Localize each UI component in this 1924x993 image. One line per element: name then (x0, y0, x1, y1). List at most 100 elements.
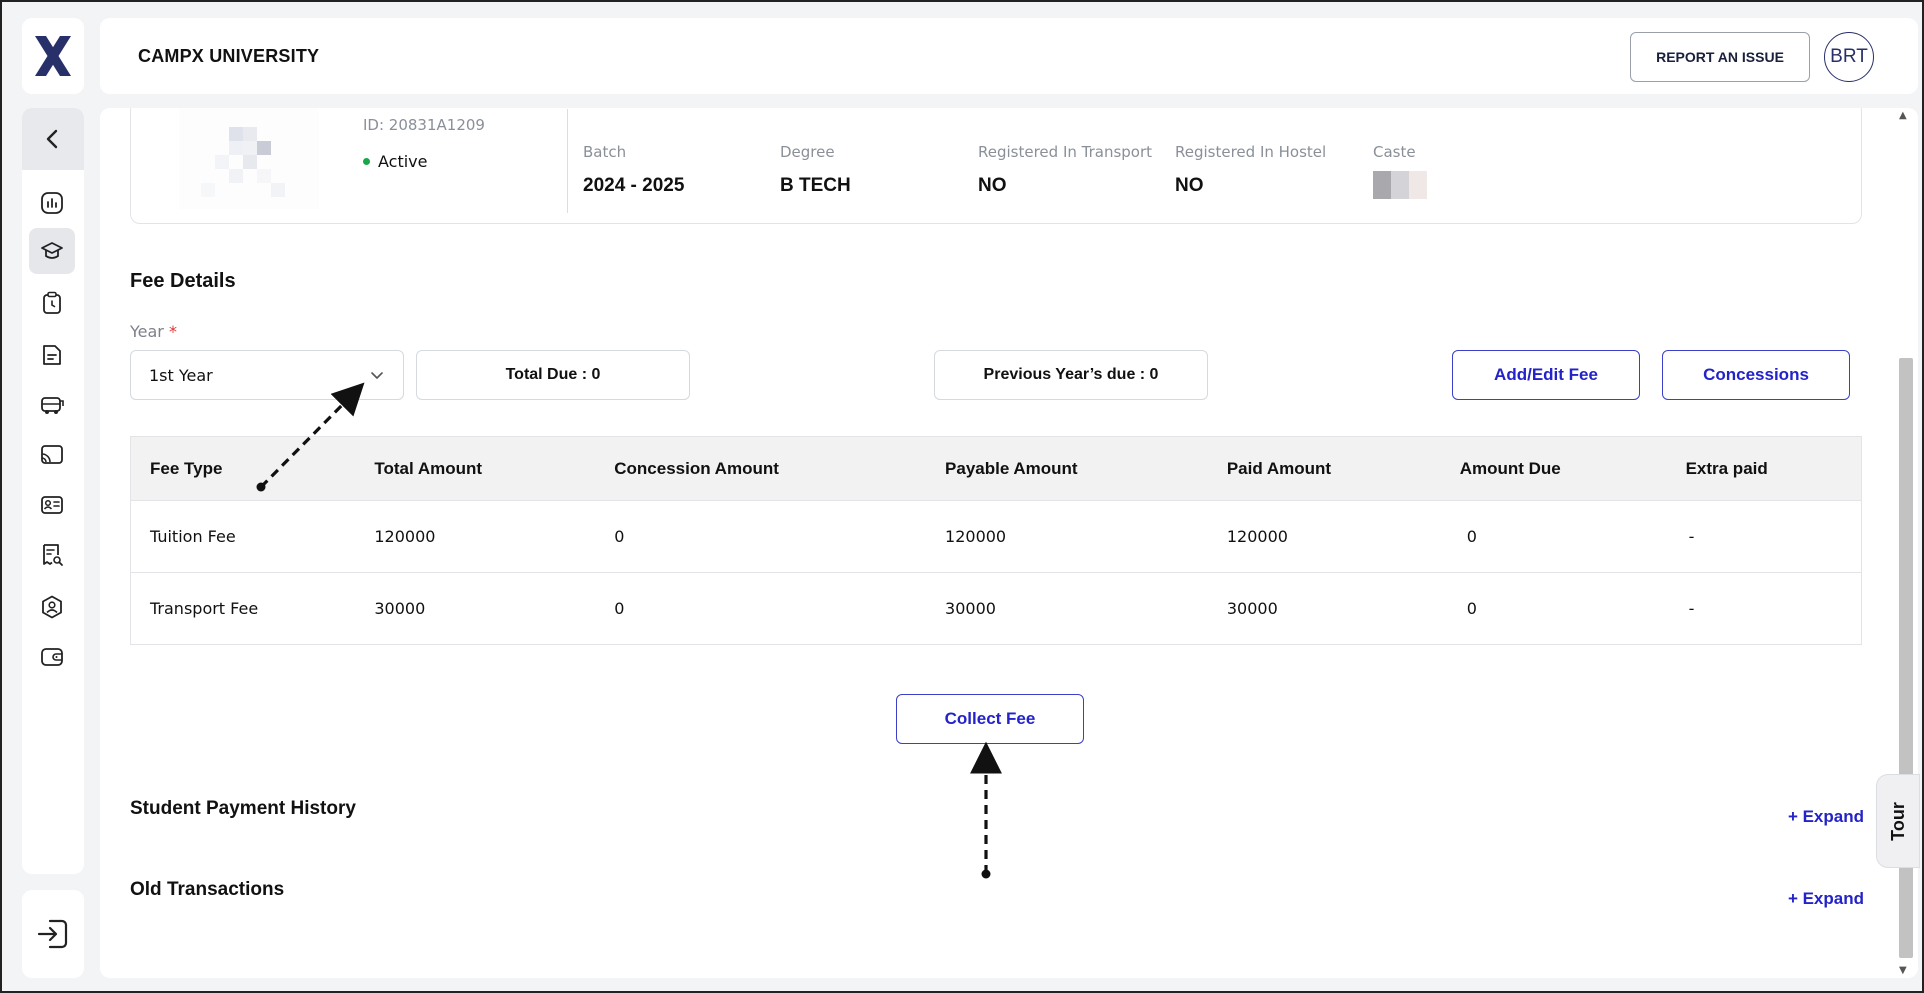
transport-label: Registered In Transport (978, 143, 1153, 161)
column-header: Amount Due (1440, 436, 1667, 501)
add-edit-fee-button[interactable]: Add/Edit Fee (1452, 350, 1640, 400)
sidebar-item-attendance[interactable] (29, 280, 75, 326)
transport-value: NO (978, 175, 1007, 196)
caste-field: Caste (1373, 143, 1427, 199)
divider (567, 109, 568, 213)
sidebar-item-feeds[interactable] (29, 432, 75, 478)
top-header: CAMPX UNIVERSITY REPORT AN ISSUE BRT (100, 18, 1918, 94)
receipt-search-icon (43, 544, 63, 566)
chevron-down-icon (371, 372, 383, 379)
graduation-cap-icon (41, 242, 63, 259)
student-photo-icon (179, 108, 319, 209)
table-cell: Transport Fee (130, 572, 356, 645)
column-header: Payable Amount (926, 436, 1208, 501)
avatar[interactable]: BRT (1824, 32, 1874, 82)
hostel-field: Registered In Hostel NO (1175, 143, 1326, 197)
cast-icon (41, 445, 63, 464)
expand-old-transactions-link[interactable]: + Expand (1788, 889, 1864, 909)
table-row: Transport Fee 30000 0 30000 30000 0 - (130, 572, 1862, 645)
column-header: Fee Type (130, 436, 356, 501)
batch-value: 2024 - 2025 (583, 175, 685, 196)
document-icon (43, 345, 61, 365)
logout-button[interactable] (22, 890, 84, 978)
table-cell: - (1666, 500, 1862, 573)
column-header: Paid Amount (1207, 436, 1441, 501)
previous-due-box: Previous Year’s due : 0 (934, 350, 1208, 400)
old-transactions-title: Old Transactions (130, 879, 285, 900)
sidebar-item-dashboard[interactable] (29, 180, 75, 226)
collect-fee-button[interactable]: Collect Fee (896, 694, 1084, 744)
student-id: ID: 20831A1209 (363, 116, 485, 134)
table-cell: Tuition Fee (130, 500, 356, 573)
year-select[interactable]: 1st Year (130, 350, 404, 400)
scroll-up-arrow-icon[interactable]: ▲ (1899, 110, 1907, 121)
table-cell: 0 (595, 500, 927, 573)
tour-label: Tour (1887, 801, 1908, 841)
sidebar-item-id-cards[interactable] (29, 482, 75, 528)
sidebar (22, 108, 84, 874)
table-cell: 0 (1440, 572, 1667, 645)
id-card-icon (41, 496, 63, 514)
status-badge: Active (363, 152, 428, 171)
concessions-button[interactable]: Concessions (1662, 350, 1850, 400)
sidebar-item-transport[interactable] (29, 382, 75, 428)
transport-field: Registered In Transport NO (978, 143, 1152, 197)
table-cell: - (1666, 572, 1862, 645)
report-issue-button[interactable]: REPORT AN ISSUE (1630, 32, 1810, 82)
fee-table: Fee Type Total Amount Concession Amount … (130, 436, 1862, 645)
table-cell: 30000 (1207, 572, 1441, 645)
logout-icon (37, 919, 68, 949)
hostel-label: Registered In Hostel (1175, 143, 1327, 161)
sidebar-item-profile[interactable] (29, 584, 75, 630)
table-cell: 120000 (1207, 500, 1441, 573)
tour-button[interactable]: Tour (1876, 774, 1920, 868)
degree-field: Degree B TECH (780, 143, 851, 197)
year-label: Year * (130, 322, 177, 341)
scroll-down-arrow-icon[interactable]: ▼ (1899, 965, 1907, 976)
wallet-icon (41, 648, 63, 666)
main-content: ID: 20831A1209 Active Batch 2024 - 2025 … (100, 108, 1918, 978)
column-header: Extra paid (1666, 436, 1862, 501)
column-header: Concession Amount (595, 436, 927, 501)
campx-logo[interactable] (22, 18, 84, 94)
student-profile-card: ID: 20831A1209 Active Batch 2024 - 2025 … (130, 108, 1862, 224)
year-select-value: 1st Year (149, 365, 213, 385)
chevron-left-icon (46, 129, 58, 149)
expand-payment-history-link[interactable]: + Expand (1788, 807, 1864, 827)
scroll-thumb[interactable] (1899, 358, 1913, 958)
degree-value: B TECH (780, 175, 851, 196)
fee-details-title: Fee Details (130, 270, 236, 292)
sidebar-item-documents[interactable] (29, 332, 75, 378)
table-cell: 120000 (926, 500, 1208, 573)
campx-logo-icon (35, 36, 71, 76)
caste-label: Caste (1373, 143, 1416, 161)
table-cell: 0 (595, 572, 927, 645)
table-cell: 0 (1440, 500, 1667, 573)
sidebar-item-receipts[interactable] (29, 532, 75, 578)
table-cell: 30000 (926, 572, 1208, 645)
user-shield-icon (42, 595, 62, 619)
hostel-value: NO (1175, 175, 1204, 196)
bus-icon (41, 397, 64, 414)
table-cell: 120000 (355, 500, 596, 573)
required-mark: * (168, 322, 177, 341)
payment-history-title: Student Payment History (130, 798, 356, 819)
year-label-text: Year (130, 322, 164, 341)
sidebar-item-students[interactable] (29, 228, 75, 274)
degree-label: Degree (780, 143, 835, 161)
batch-field: Batch 2024 - 2025 (583, 143, 684, 197)
status-dot-icon (363, 158, 370, 165)
table-header-row: Fee Type Total Amount Concession Amount … (130, 436, 1862, 501)
column-header: Total Amount (355, 436, 596, 501)
sidebar-item-wallet[interactable] (29, 634, 75, 680)
batch-label: Batch (583, 143, 627, 161)
status-text: Active (378, 152, 428, 171)
university-title: CAMPX UNIVERSITY (138, 46, 320, 66)
caste-value-blurred (1373, 171, 1427, 199)
dashboard-icon (41, 192, 63, 214)
collapse-sidebar-button[interactable] (22, 108, 84, 170)
table-row: Tuition Fee 120000 0 120000 120000 0 - (130, 500, 1862, 573)
total-due-box: Total Due : 0 (416, 350, 690, 400)
clipboard-clock-icon (43, 291, 61, 314)
table-cell: 30000 (355, 572, 596, 645)
